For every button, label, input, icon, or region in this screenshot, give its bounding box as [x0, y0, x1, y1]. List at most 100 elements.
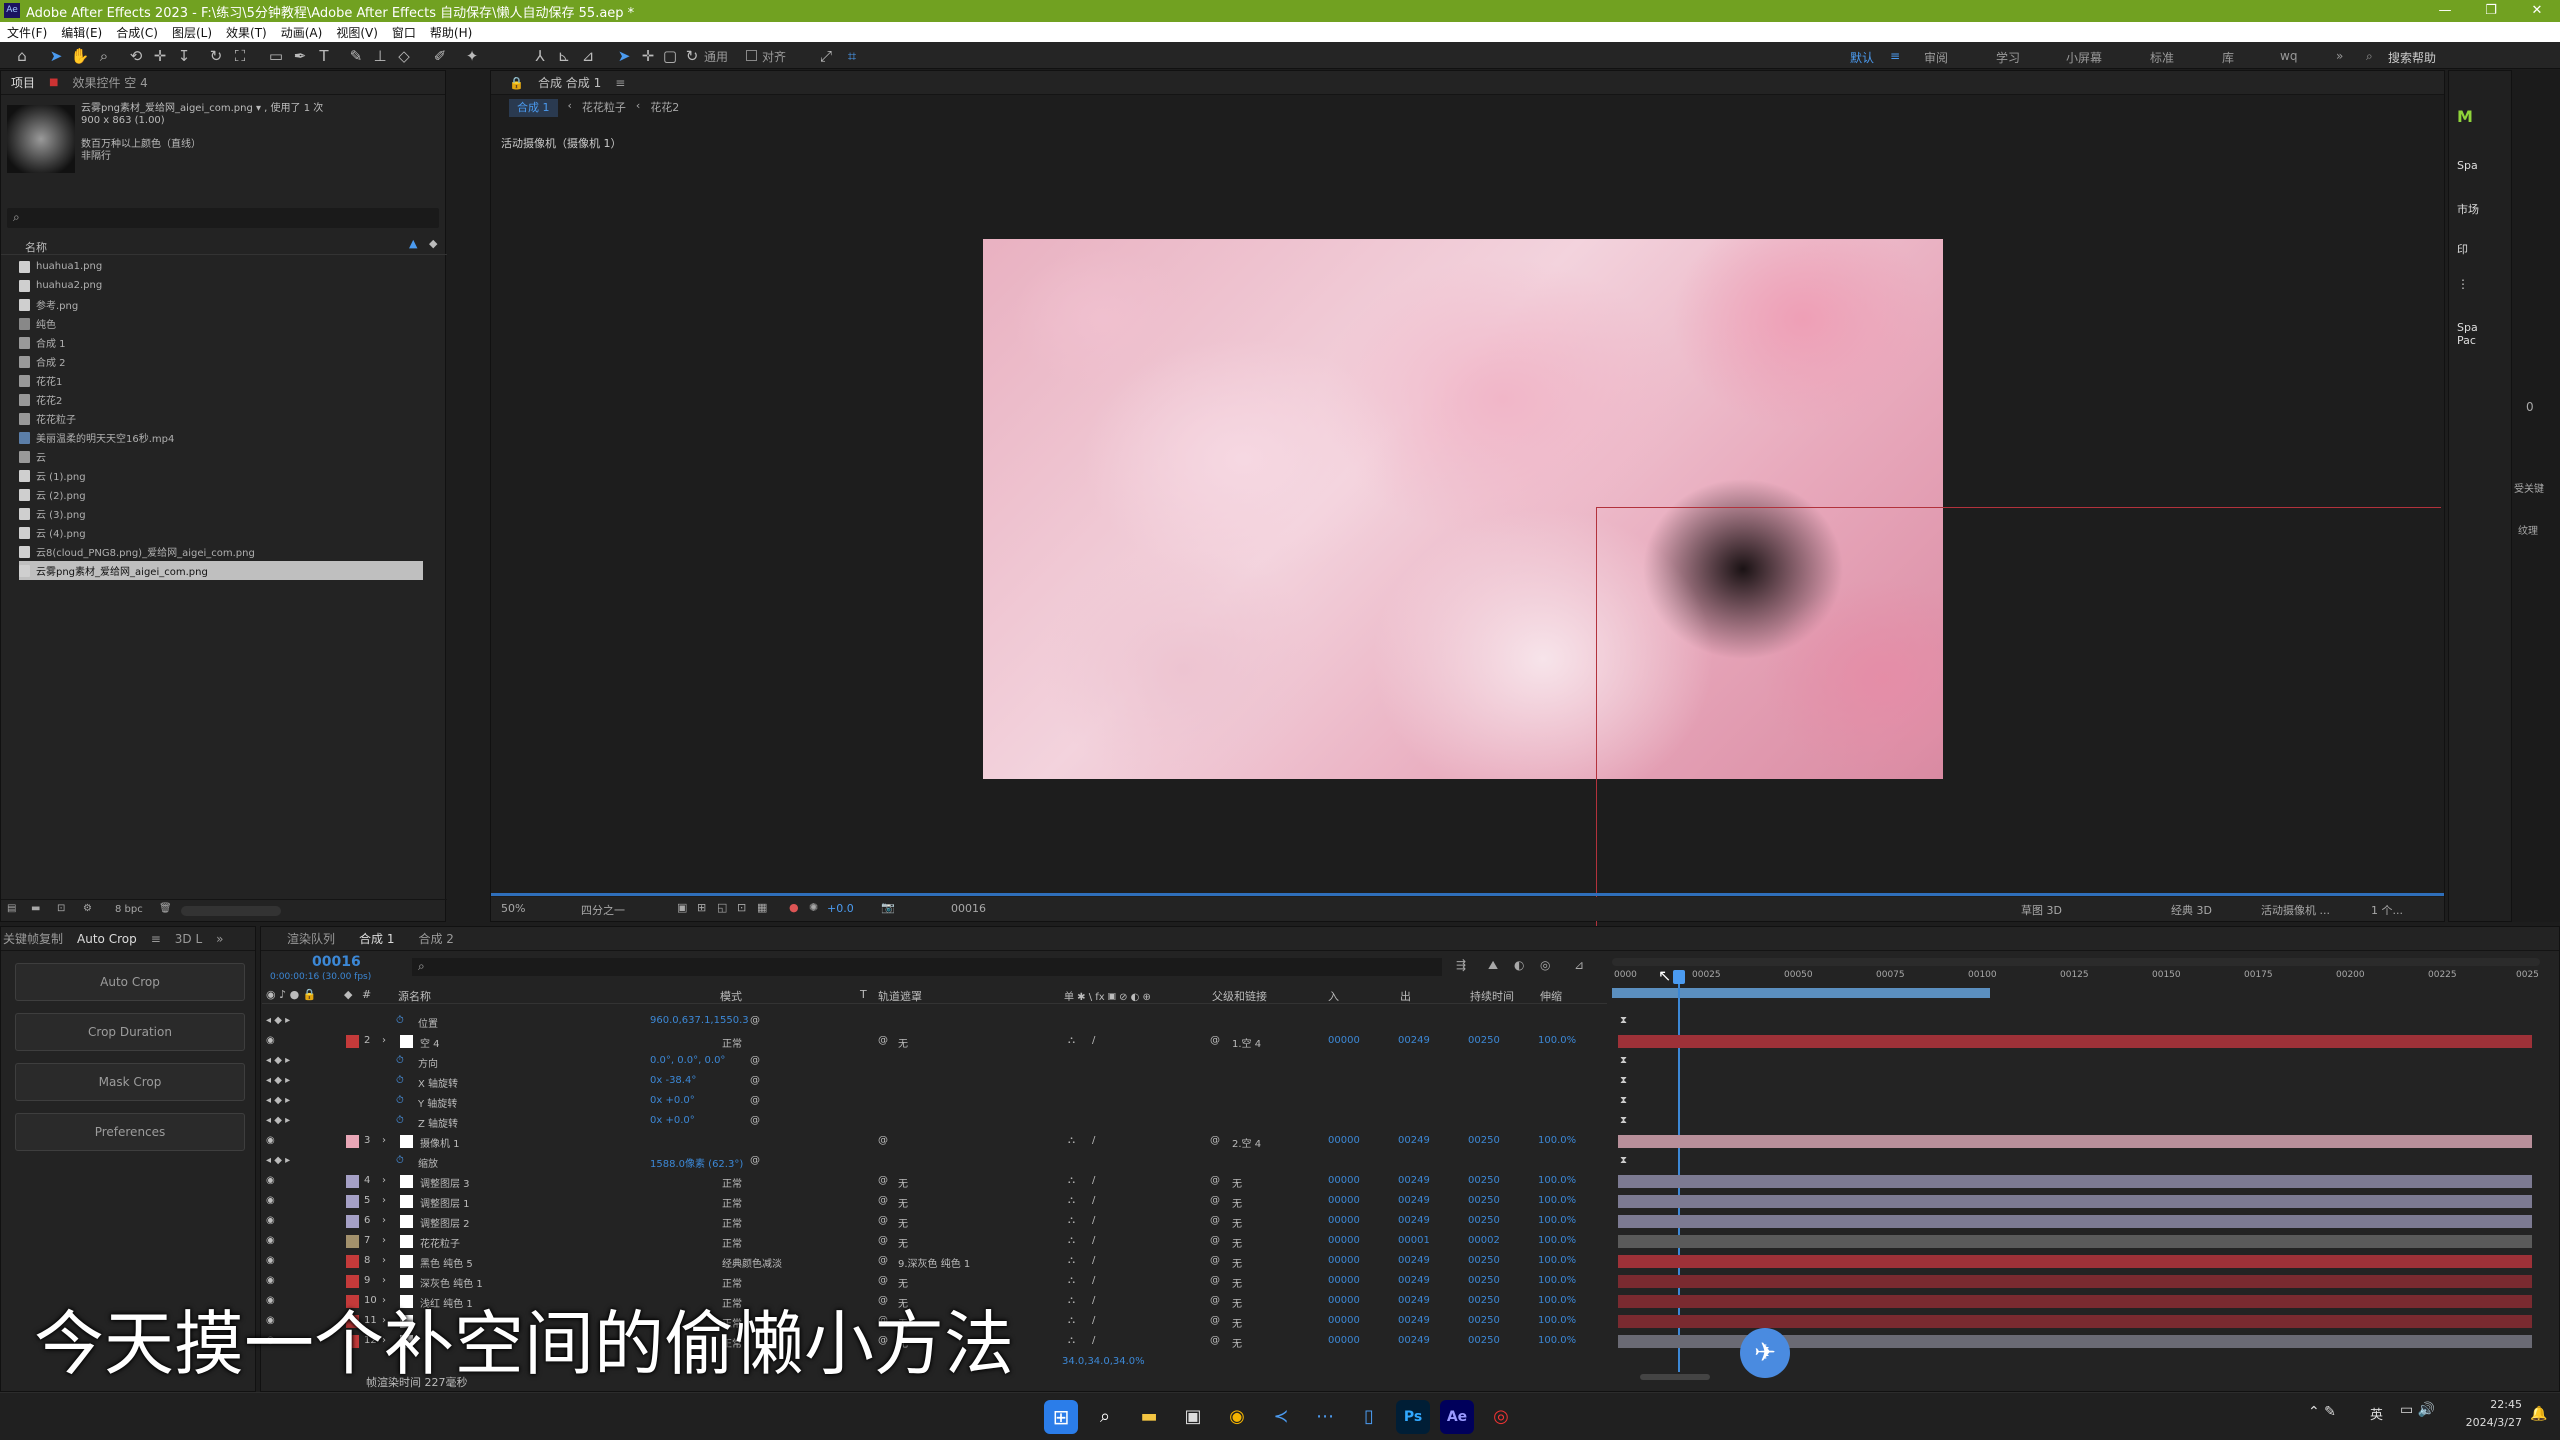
menu-animation[interactable]: 动画(A): [274, 24, 330, 41]
matte-link-icon[interactable]: @: [878, 1235, 888, 1246]
out-point[interactable]: 00249: [1398, 1035, 1430, 1046]
expand-icon[interactable]: ›: [382, 1215, 386, 1226]
layer-duration-bar[interactable]: [1618, 1175, 2532, 1188]
track-matte-select[interactable]: 无: [898, 1195, 908, 1210]
timeline-search-input[interactable]: ⌕: [412, 958, 1442, 976]
layer-duration-bar[interactable]: [1618, 1035, 2532, 1048]
shy-switch-icon[interactable]: ⛬: [1068, 1235, 1075, 1246]
menu-file[interactable]: 文件(F): [0, 24, 54, 41]
list-item[interactable]: 合成 1: [19, 333, 423, 352]
label-color[interactable]: [346, 1135, 359, 1148]
layer-name[interactable]: 调整图层 1: [420, 1195, 470, 1210]
column-stretch[interactable]: 伸缩: [1540, 988, 1562, 1004]
label-color[interactable]: [346, 1035, 359, 1048]
layer-duration-bar[interactable]: [1618, 1135, 2532, 1148]
property-row[interactable]: ◂ ◆ ▸ ⏱ 位置 960.0,637.1,1550.3 @: [262, 1012, 1607, 1031]
out-point[interactable]: 00249: [1398, 1335, 1430, 1346]
in-point[interactable]: 00000: [1328, 1335, 1360, 1346]
store-icon[interactable]: ▣: [1176, 1400, 1210, 1434]
panel-menu-icon[interactable]: ≡: [151, 932, 161, 946]
comp-flowchart-icon[interactable]: ⇶: [1456, 958, 1466, 972]
property-value[interactable]: 0x +0.0°: [650, 1095, 695, 1106]
expression-link-icon[interactable]: @: [750, 1055, 760, 1066]
orbit-camera-icon[interactable]: ⟲: [126, 46, 146, 66]
home-icon[interactable]: ⌂: [12, 46, 32, 66]
axis-view-icon[interactable]: ⊿: [578, 46, 598, 66]
exposure-icon[interactable]: ✺: [809, 901, 818, 914]
new-folder-icon[interactable]: ▬: [31, 903, 40, 914]
in-point[interactable]: 00000: [1328, 1035, 1360, 1046]
search-icon[interactable]: ⌕: [1088, 1400, 1122, 1434]
matte-link-icon[interactable]: @: [878, 1175, 888, 1186]
in-point[interactable]: 00000: [1328, 1195, 1360, 1206]
stopwatch-icon[interactable]: ⏱: [396, 1055, 404, 1066]
zoom-tool-icon[interactable]: ⌕: [94, 46, 114, 66]
pan-camera-icon[interactable]: ✛: [150, 46, 170, 66]
layer-name[interactable]: 花花粒子: [420, 1235, 460, 1250]
track-matte-select[interactable]: 9.深灰色 纯色 1: [898, 1255, 970, 1270]
search-help-label[interactable]: 搜索帮助: [2388, 49, 2436, 66]
draft-3d-icon[interactable]: ⛰: [1488, 958, 1498, 973]
label-color[interactable]: [346, 1235, 359, 1248]
windows-icon[interactable]: ⊞: [1044, 1400, 1078, 1434]
workspace-more-icon[interactable]: »: [2336, 49, 2343, 63]
out-point[interactable]: 00001: [1398, 1235, 1430, 1246]
tab-comp2[interactable]: 合成 2: [418, 930, 453, 947]
eraser-tool-icon[interactable]: ◇: [394, 46, 414, 66]
out-point[interactable]: 00249: [1398, 1295, 1430, 1306]
matte-link-icon[interactable]: @: [878, 1035, 888, 1046]
stopwatch-icon[interactable]: ⏱: [396, 1015, 404, 1026]
parent-select[interactable]: 1.空 4: [1232, 1035, 1261, 1050]
matte-link-icon[interactable]: @: [878, 1275, 888, 1286]
out-point[interactable]: 00249: [1398, 1275, 1430, 1286]
quality-switch-icon[interactable]: /: [1092, 1175, 1095, 1186]
project-search-input[interactable]: ⌕: [7, 208, 439, 228]
layer-name[interactable]: 摄像机 1: [420, 1135, 460, 1150]
workspace-default[interactable]: 默认: [1850, 49, 1874, 66]
expression-link-icon[interactable]: @: [750, 1015, 760, 1026]
menu-effect[interactable]: 效果(T): [219, 24, 274, 41]
tab-effect-controls[interactable]: 效果控件 空 4: [72, 74, 147, 91]
layer-name[interactable]: 调整图层 2: [420, 1215, 470, 1230]
renderer-select[interactable]: 草图 3D: [2021, 902, 2062, 918]
mode-select[interactable]: 正常: [722, 1175, 742, 1190]
pickwhip-icon[interactable]: @: [1210, 1295, 1220, 1306]
shy-switch-icon[interactable]: ⛬: [1068, 1195, 1075, 1206]
label-color[interactable]: [346, 1215, 359, 1228]
track-matte-select[interactable]: 无: [898, 1175, 908, 1190]
shy-switch-icon[interactable]: ⛬: [1068, 1275, 1075, 1286]
stopwatch-icon[interactable]: ⏱: [396, 1115, 404, 1126]
expand-icon[interactable]: ›: [382, 1035, 386, 1046]
layer-duration-bar[interactable]: [1618, 1215, 2532, 1228]
property-row[interactable]: ◂ ◆ ▸ ⏱ Z 轴旋转 0x +0.0° @: [262, 1112, 1607, 1131]
panel-more-icon[interactable]: ⋮: [2457, 277, 2469, 291]
column-in[interactable]: 入: [1328, 988, 1339, 1004]
property-value[interactable]: 0x +0.0°: [650, 1115, 695, 1126]
table-row[interactable]: ◉ 7 › 花花粒子 正常 @ 无 ⛬ / @ 无 00000 00001 00002 100.0%: [262, 1232, 1607, 1251]
type-tool-icon[interactable]: T: [314, 46, 334, 66]
list-item[interactable]: 美丽温柔的明天天空16秒.mp4: [19, 428, 423, 447]
tray-icons[interactable]: ⌃ ✎: [2308, 1404, 2336, 1420]
pickwhip-icon[interactable]: @: [1210, 1315, 1220, 1326]
expression-link-icon[interactable]: @: [750, 1155, 760, 1166]
layer-duration-bar[interactable]: [1618, 1275, 2532, 1288]
in-point[interactable]: 00000: [1328, 1255, 1360, 1266]
3d-scale-icon[interactable]: ▢: [660, 46, 680, 66]
stretch[interactable]: 100.0%: [1538, 1035, 1576, 1046]
panel-menu-icon[interactable]: ≡: [615, 76, 625, 90]
thumbnail-scrollbar[interactable]: [181, 906, 281, 916]
work-area-bar[interactable]: [1612, 988, 1990, 998]
expression-link-icon[interactable]: @: [750, 1115, 760, 1126]
layer-name[interactable]: 调整图层 3: [420, 1175, 470, 1190]
breadcrumb-comp1[interactable]: 合成 1: [509, 99, 558, 117]
label-tag-icon[interactable]: ◆: [344, 988, 352, 1001]
tab-close-icon[interactable]: ■: [49, 77, 58, 88]
rectangle-tool-icon[interactable]: ▭: [266, 46, 286, 66]
snap-checkbox[interactable]: [746, 50, 757, 61]
list-item[interactable]: 云 (3).png: [19, 504, 423, 523]
duration[interactable]: 00250: [1468, 1175, 1500, 1186]
duration[interactable]: 00250: [1468, 1035, 1500, 1046]
3d-select-icon[interactable]: ➤: [614, 46, 634, 66]
resolution-select[interactable]: 四分之一: [581, 902, 625, 918]
expand-icon[interactable]: ›: [382, 1195, 386, 1206]
